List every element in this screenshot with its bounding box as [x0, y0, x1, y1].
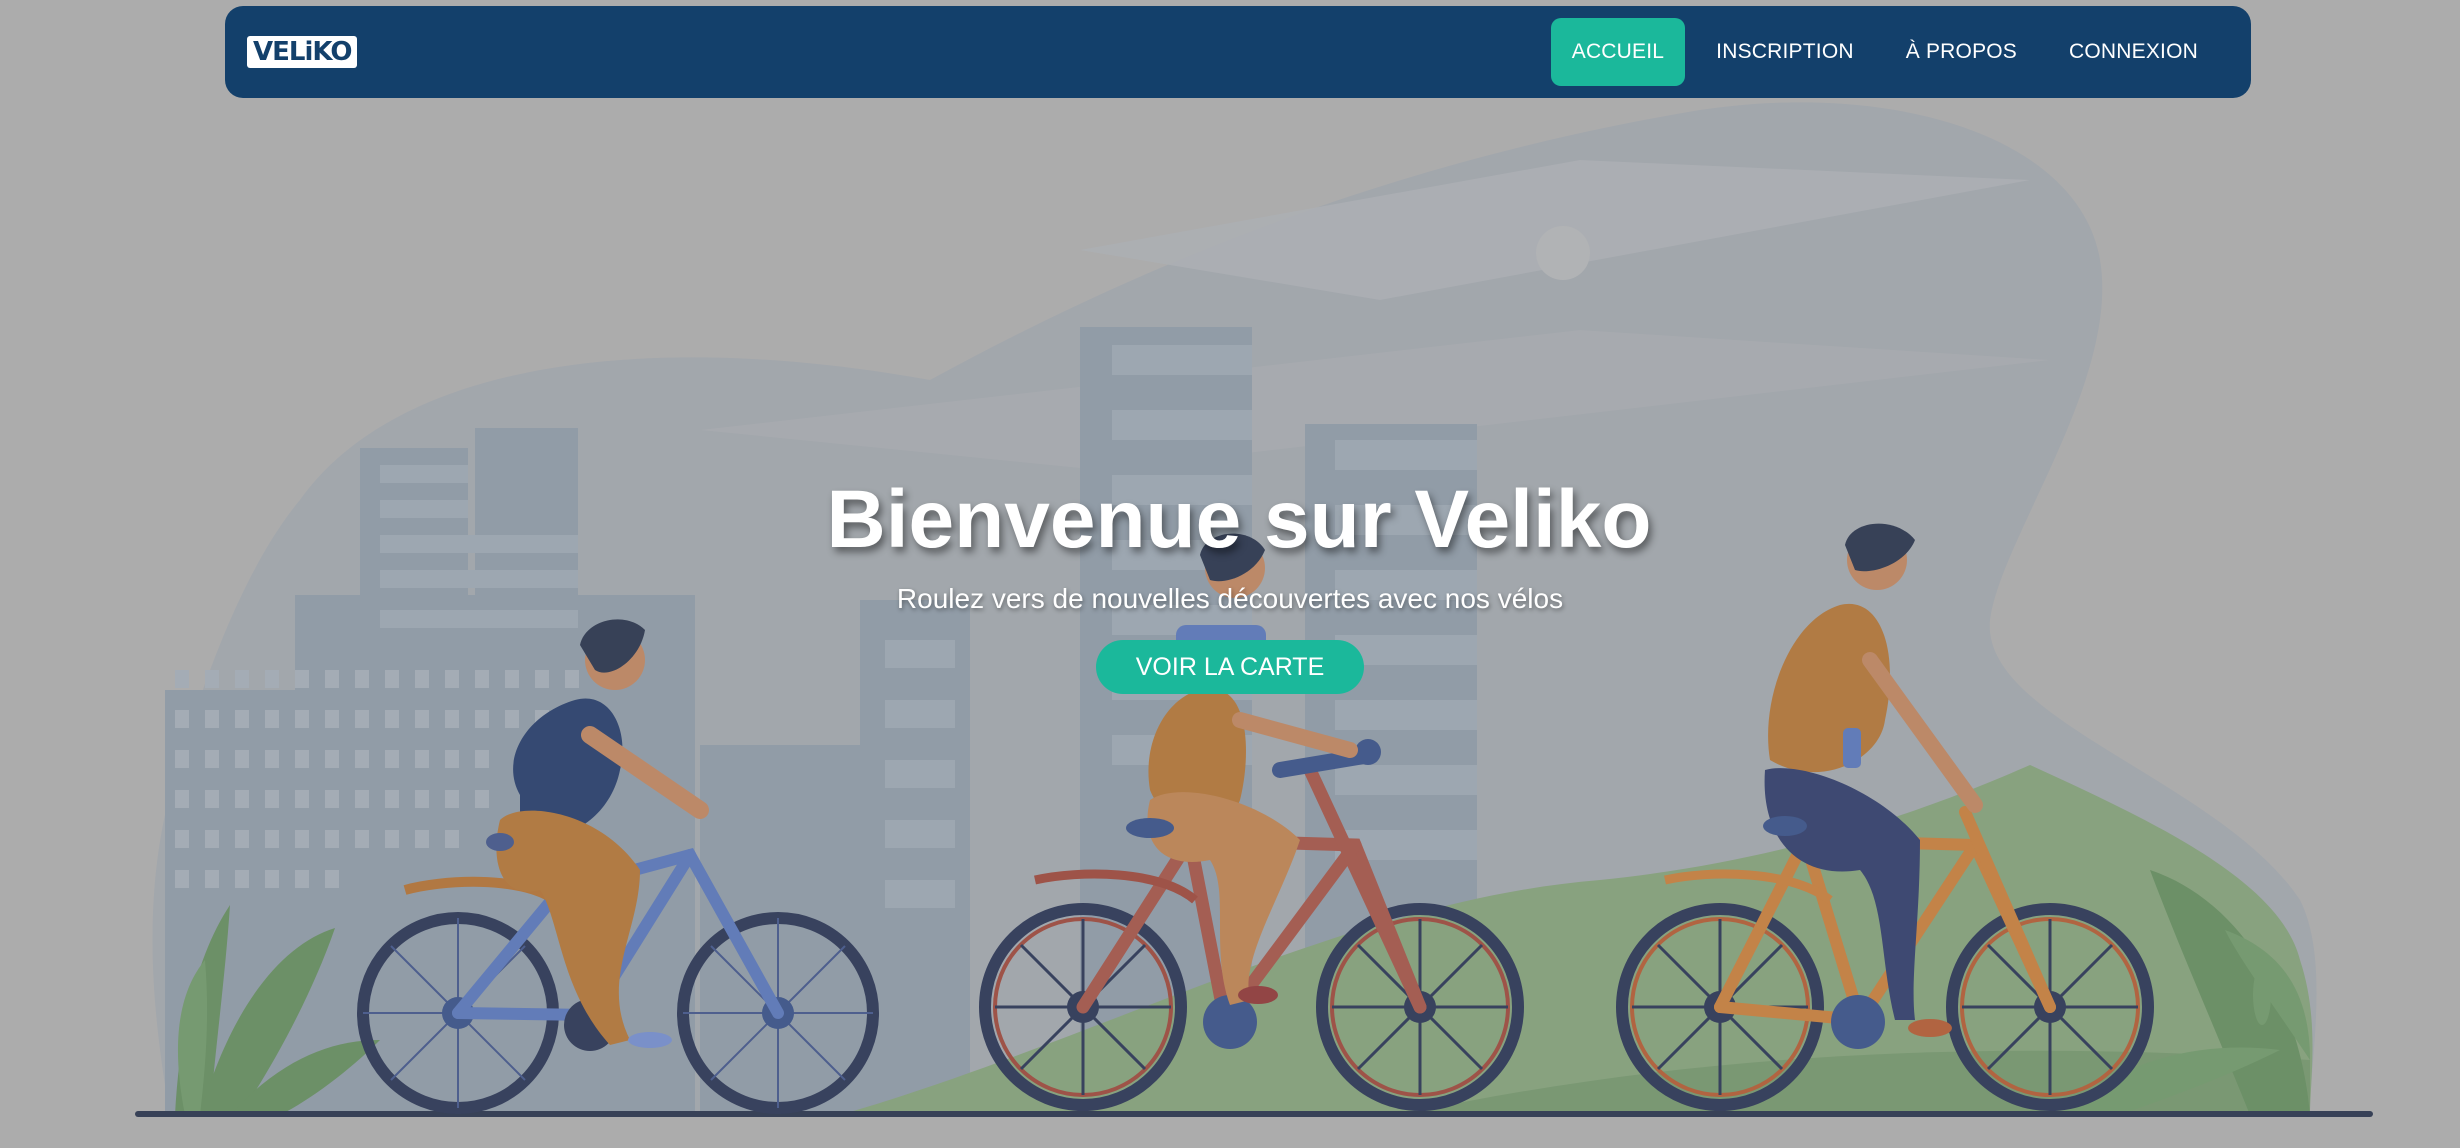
veliko-logo[interactable]: VELiKO [247, 36, 358, 68]
navbar: VELiKO ACCUEIL INSCRIPTION À PROPOS CONN… [225, 6, 2251, 98]
nav-item-accueil[interactable]: ACCUEIL [1550, 18, 1686, 86]
hero-section: Bienvenue sur Veliko Roulez vers de nouv… [0, 470, 2460, 694]
hero-title: Bienvenue sur Veliko [826, 474, 1652, 565]
page: VELiKO ACCUEIL INSCRIPTION À PROPOS CONN… [0, 0, 2460, 1148]
nav-item-inscription[interactable]: INSCRIPTION [1695, 18, 1875, 86]
nav-item-connexion[interactable]: CONNEXION [2048, 18, 2219, 86]
nav-item-a-propos[interactable]: À PROPOS [1885, 18, 2038, 86]
hero-subtitle: Roulez vers de nouvelles découvertes ave… [896, 583, 1564, 614]
voir-la-carte-button[interactable]: VOIR LA CARTE [1095, 640, 1365, 694]
nav-links: ACCUEIL INSCRIPTION À PROPOS CONNEXION [1550, 18, 2219, 86]
